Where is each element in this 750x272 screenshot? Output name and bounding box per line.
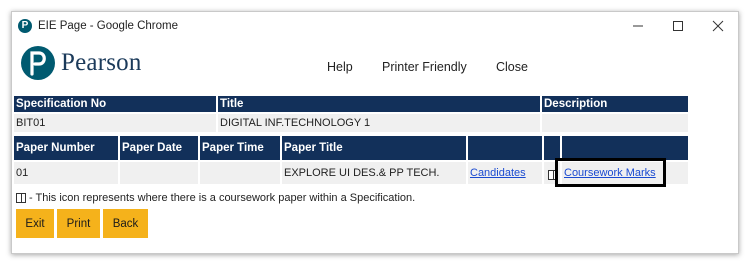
minimize-button[interactable]	[618, 12, 658, 39]
spec-no-header: Specification No	[14, 96, 218, 112]
window-controls	[618, 12, 738, 39]
close-icon	[712, 20, 724, 31]
candidates-cell: Candidates	[468, 162, 544, 184]
close-window-button[interactable]	[698, 12, 738, 39]
coursework-note-text: - This icon represents where there is a …	[29, 192, 416, 204]
spec-no-value: BIT01	[14, 114, 218, 132]
candidates-header	[468, 136, 544, 160]
maximize-icon	[673, 20, 683, 31]
exit-button[interactable]: Exit	[16, 209, 54, 238]
coursework-icon-header	[544, 136, 562, 160]
paper-time-header: Paper Time	[200, 136, 282, 160]
description-header: Description	[544, 98, 608, 110]
coursework-note: - This icon represents where there is a …	[16, 192, 415, 204]
page-header: Pearson Help Printer Friendly Close	[12, 46, 738, 92]
title-header: Title	[218, 96, 542, 112]
paper-title-value: EXPLORE UI DES.& PP TECH.	[282, 162, 468, 184]
pearson-app-icon: P	[18, 18, 32, 33]
minimize-icon	[633, 25, 643, 26]
action-buttons: Exit Print Back	[16, 209, 151, 238]
window-title: EIE Page - Google Chrome	[38, 19, 178, 32]
paper-date-value	[120, 162, 200, 184]
pearson-p-icon	[30, 51, 46, 76]
pearson-logo-mark	[21, 46, 55, 80]
candidates-link[interactable]: Candidates	[470, 167, 526, 179]
description-value	[542, 114, 688, 132]
title-bar: P EIE Page - Google Chrome	[12, 12, 738, 39]
help-link[interactable]: Help	[327, 60, 353, 74]
coursework-marks-header	[562, 136, 688, 160]
coursework-book-icon	[16, 193, 26, 203]
print-button[interactable]: Print	[57, 209, 100, 238]
pearson-logo-text: Pearson	[61, 49, 142, 76]
paper-time-value	[200, 162, 282, 184]
table-row: BIT01 DIGITAL INF.TECHNOLOGY 1	[14, 114, 688, 132]
specification-header-row: Specification No Title Description	[14, 96, 688, 112]
close-link[interactable]: Close	[496, 60, 528, 74]
back-button[interactable]: Back	[103, 209, 148, 238]
paper-number-header: Paper Number	[14, 136, 120, 160]
paper-date-header: Paper Date	[120, 136, 200, 160]
paper-header-row: Paper Number Paper Date Paper Time Paper…	[14, 136, 688, 160]
title-value: DIGITAL INF.TECHNOLOGY 1	[218, 114, 542, 132]
printer-friendly-link[interactable]: Printer Friendly	[382, 60, 467, 74]
paper-title-header: Paper Title	[282, 136, 468, 160]
paper-number-value: 01	[14, 162, 120, 184]
pearson-logo: Pearson	[21, 46, 142, 80]
highlight-box	[555, 158, 666, 187]
browser-window: P EIE Page - Google Chrome Pearson Help …	[11, 11, 739, 254]
maximize-button[interactable]	[658, 12, 698, 39]
